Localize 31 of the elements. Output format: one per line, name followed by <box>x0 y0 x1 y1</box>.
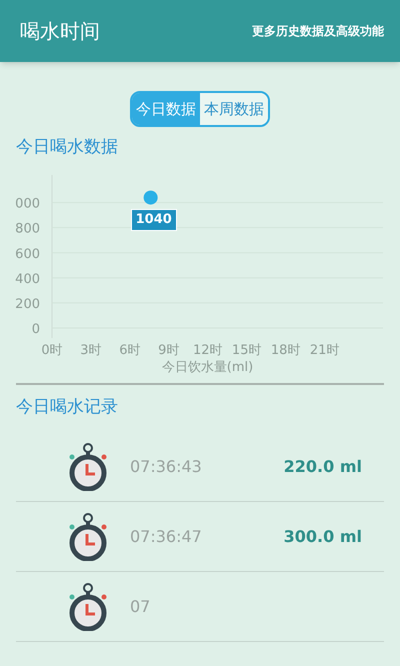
axis-label: 400 <box>15 271 40 286</box>
axis-label: 15时 <box>232 342 262 358</box>
data-point <box>144 190 158 204</box>
axis-label: 6时 <box>119 342 141 358</box>
axis-title: 今日饮水量(ml) <box>162 360 254 374</box>
value-label: 1040 <box>130 209 177 232</box>
tab[interactable]: 今日数据 <box>132 93 200 125</box>
stopwatch-icon <box>68 512 108 560</box>
record-time: 07:36:43 <box>130 456 203 478</box>
stopwatch-icon <box>68 582 108 630</box>
axis-label: 800 <box>15 221 40 236</box>
section-heading: 今日喝水数据 <box>16 136 119 159</box>
axis-label: 0时 <box>41 342 63 358</box>
record-time: 07:36:47 <box>130 526 203 548</box>
axis-label: 21时 <box>310 342 340 358</box>
axis-label: 200 <box>15 296 40 312</box>
tab[interactable]: 本周数据 <box>200 93 268 125</box>
axis-label: 3时 <box>80 342 102 358</box>
axis-label: 0 <box>32 322 40 336</box>
axis-label: 18时 <box>270 342 300 358</box>
record-time: 07 <box>130 596 152 618</box>
axis-label: 000 <box>15 196 40 212</box>
more-features-link[interactable]: 更多历史数据及高级功能 <box>252 22 384 40</box>
section-heading: 今日喝水记录 <box>16 396 119 418</box>
axis-label: 9时 <box>158 342 180 358</box>
axis-label: 12时 <box>193 342 223 358</box>
stopwatch-icon <box>68 442 108 490</box>
axis-label: 600 <box>15 246 40 262</box>
record-amount: 300.0 ml <box>284 526 362 548</box>
app-title: 喝水时间 <box>20 18 100 45</box>
record-amount: 220.0 ml <box>284 456 362 478</box>
